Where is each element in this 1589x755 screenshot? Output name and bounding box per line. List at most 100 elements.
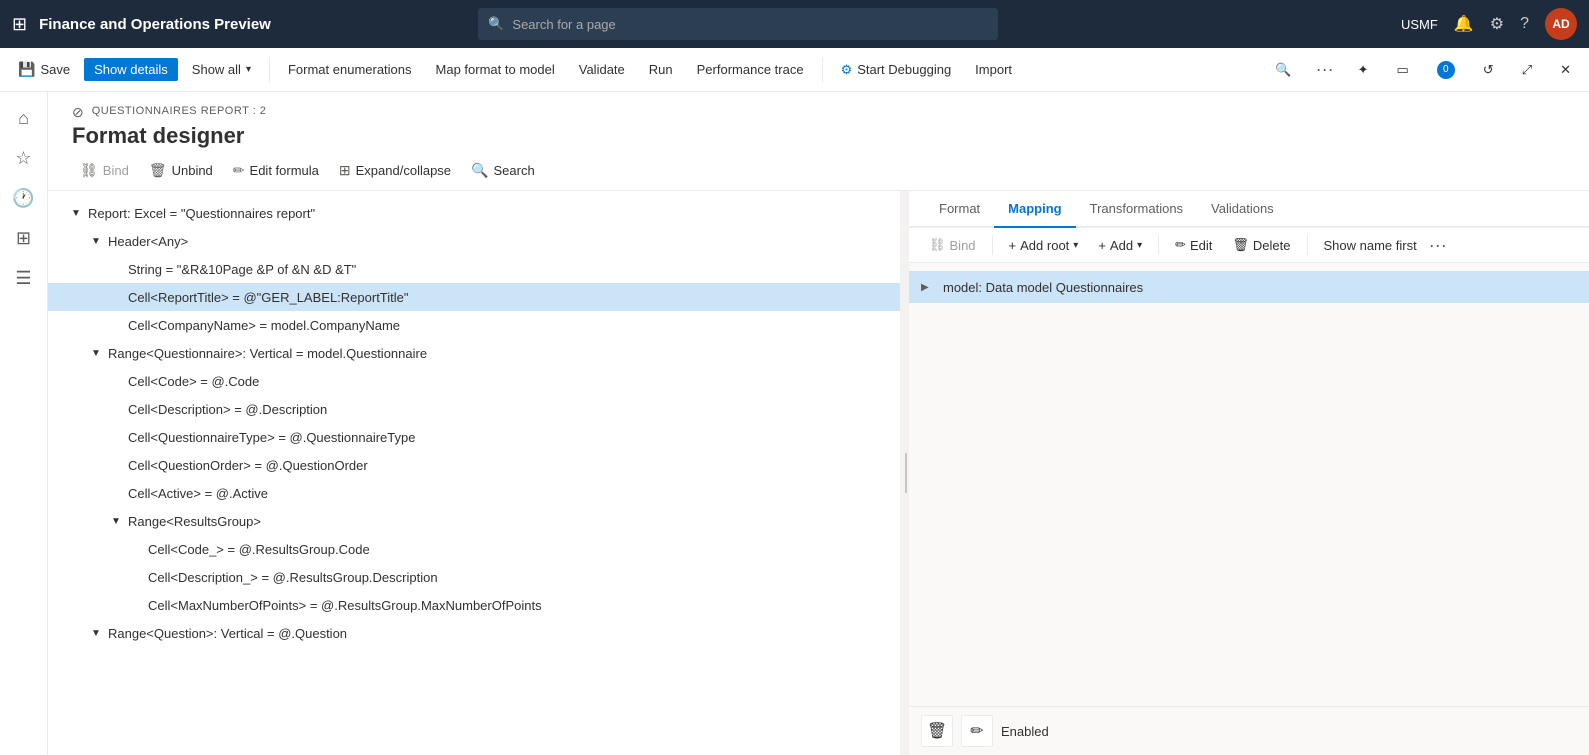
performance-trace-button[interactable]: Performance trace bbox=[687, 58, 814, 81]
tree-item[interactable]: Cell<QuestionOrder> = @.QuestionOrder bbox=[48, 451, 900, 479]
search-tree-button[interactable]: 🔍 Search bbox=[463, 159, 543, 182]
help-icon[interactable]: ? bbox=[1520, 15, 1529, 33]
pin-icon[interactable]: ✦ bbox=[1348, 58, 1379, 82]
run-button[interactable]: Run bbox=[639, 58, 683, 81]
tree-toggle-icon[interactable]: ▼ bbox=[88, 348, 104, 359]
tree-toggle-icon[interactable]: ▼ bbox=[68, 208, 84, 219]
map-format-to-model-button[interactable]: Map format to model bbox=[426, 58, 565, 81]
run-label: Run bbox=[649, 62, 673, 77]
tree-item-label: Cell<Description_> = @.ResultsGroup.Desc… bbox=[144, 570, 438, 585]
bind-label: Bind bbox=[103, 163, 129, 178]
tree-toggle-icon[interactable]: ▼ bbox=[108, 516, 124, 527]
rt-sep-1 bbox=[992, 235, 993, 255]
sidebar-clock-icon[interactable]: 🕐 bbox=[6, 180, 42, 216]
import-button[interactable]: Import bbox=[965, 58, 1022, 81]
tree-item[interactable]: Cell<MaxNumberOfPoints> = @.ResultsGroup… bbox=[48, 591, 900, 619]
rt-pencil-icon: ✏ bbox=[1175, 237, 1186, 253]
show-all-button[interactable]: Show all ▾ bbox=[182, 58, 261, 81]
start-debugging-button[interactable]: ⚙ Start Debugging bbox=[831, 58, 962, 82]
rt-more-options-icon[interactable]: ··· bbox=[1429, 235, 1447, 256]
tree-item-label: Cell<Code> = @.Code bbox=[124, 374, 259, 389]
tree-item-label: Range<Questionnaire>: Vertical = model.Q… bbox=[104, 346, 427, 361]
tree-item[interactable]: ▼ Range<Question>: Vertical = @.Question bbox=[48, 619, 900, 647]
search-icon: 🔍 bbox=[488, 16, 504, 32]
rt-bind-label: Bind bbox=[950, 238, 976, 253]
save-button[interactable]: 💾 Save bbox=[8, 57, 80, 82]
mapping-toggle-icon[interactable]: ▶ bbox=[921, 282, 937, 293]
global-search[interactable]: 🔍 bbox=[478, 8, 998, 40]
tree-item[interactable]: Cell<Code_> = @.ResultsGroup.Code bbox=[48, 535, 900, 563]
grid-icon[interactable]: ⊞ bbox=[12, 14, 27, 35]
bottom-delete-button[interactable]: 🗑 bbox=[921, 715, 953, 747]
refresh-icon[interactable]: ↺ bbox=[1473, 58, 1504, 82]
validate-label: Validate bbox=[579, 62, 625, 77]
tree-item[interactable]: Cell<Code> = @.Code bbox=[48, 367, 900, 395]
rt-add-root-label: Add root bbox=[1020, 238, 1069, 253]
more-options-icon[interactable]: ··· bbox=[1310, 55, 1340, 84]
tree-item[interactable]: ▼ Header<Any> bbox=[48, 227, 900, 255]
expand-icon[interactable]: ⤢ bbox=[1512, 58, 1542, 82]
rt-add-root-button[interactable]: + Add root ▾ bbox=[1001, 235, 1087, 256]
sidebar-home-icon[interactable]: ⌂ bbox=[6, 100, 42, 136]
tree-item[interactable]: ▼ Range<ResultsGroup> bbox=[48, 507, 900, 535]
tree-item[interactable]: Cell<Active> = @.Active bbox=[48, 479, 900, 507]
edit-formula-label: Edit formula bbox=[250, 163, 319, 178]
tree-item[interactable]: Cell<CompanyName> = model.CompanyName bbox=[48, 311, 900, 339]
expand-collapse-button[interactable]: ⊞ Expand/collapse bbox=[331, 159, 459, 182]
tree-toggle-icon[interactable]: ▼ bbox=[88, 236, 104, 247]
bind-button[interactable]: ⛓ Bind bbox=[72, 159, 137, 182]
mapping-item[interactable]: ▶ model: Data model Questionnaires bbox=[909, 271, 1589, 303]
tab-format[interactable]: Format bbox=[925, 191, 994, 228]
notification-icon[interactable]: 🔔 bbox=[1454, 14, 1474, 34]
bottom-edit-button[interactable]: ✏ bbox=[961, 715, 993, 747]
tree-item-label: Cell<Code_> = @.ResultsGroup.Code bbox=[144, 542, 370, 557]
unbind-button[interactable]: 🗑 Unbind bbox=[141, 159, 221, 182]
show-all-label: Show all bbox=[192, 62, 241, 77]
rt-delete-button[interactable]: 🗑 Delete bbox=[1224, 234, 1298, 256]
sidebar-list-icon[interactable]: ☰ bbox=[6, 260, 42, 296]
rt-bind-button[interactable]: ⛓ Bind bbox=[921, 234, 984, 256]
global-search-input[interactable] bbox=[512, 17, 988, 32]
rt-edit-button[interactable]: ✏ Edit bbox=[1167, 234, 1220, 256]
close-icon[interactable]: ✕ bbox=[1550, 58, 1581, 82]
rt-add-button[interactable]: + Add ▾ bbox=[1090, 235, 1150, 256]
tab-validations[interactable]: Validations bbox=[1197, 191, 1288, 228]
tab-transformations[interactable]: Transformations bbox=[1076, 191, 1197, 228]
tree-item-label: Cell<QuestionnaireType> = @.Questionnair… bbox=[124, 430, 415, 445]
tree-item[interactable]: Cell<Description_> = @.ResultsGroup.Desc… bbox=[48, 563, 900, 591]
right-toolbar: ⛓ Bind + Add root ▾ + Add ▾ bbox=[909, 228, 1589, 263]
bottom-pencil-icon: ✏ bbox=[970, 721, 983, 741]
unbind-label: Unbind bbox=[172, 163, 213, 178]
tree-item-selected[interactable]: Cell<ReportTitle> = @"GER_LABEL:ReportTi… bbox=[48, 283, 900, 311]
settings-icon[interactable]: ⚙ bbox=[1490, 14, 1504, 34]
tree-item[interactable]: ▼ Range<Questionnaire>: Vertical = model… bbox=[48, 339, 900, 367]
topbar-right: USMF 🔔 ⚙ ? AD bbox=[1401, 8, 1577, 40]
validate-button[interactable]: Validate bbox=[569, 58, 635, 81]
tree-item-label: Cell<MaxNumberOfPoints> = @.ResultsGroup… bbox=[144, 598, 542, 613]
split-pane: ▼ Report: Excel = "Questionnaires report… bbox=[48, 191, 1589, 755]
breadcrumb: QUESTIONNAIRES REPORT : 2 bbox=[92, 105, 267, 117]
edit-formula-button[interactable]: ✏ Edit formula bbox=[225, 159, 327, 182]
separator-2 bbox=[822, 58, 823, 82]
tree-item[interactable]: Cell<Description> = @.Description bbox=[48, 395, 900, 423]
format-enumerations-button[interactable]: Format enumerations bbox=[278, 58, 422, 81]
filter-icon[interactable]: ⊘ bbox=[72, 104, 84, 121]
badge-icon[interactable]: 0 bbox=[1427, 57, 1465, 83]
tree-toggle-icon[interactable]: ▼ bbox=[88, 628, 104, 639]
sidebar-grid-icon[interactable]: ⊞ bbox=[6, 220, 42, 256]
tree-item[interactable]: ▼ Report: Excel = "Questionnaires report… bbox=[48, 199, 900, 227]
show-details-button[interactable]: Show details bbox=[84, 58, 178, 81]
sidebar-star-icon[interactable]: ☆ bbox=[6, 140, 42, 176]
rt-show-name-first-button[interactable]: Show name first bbox=[1316, 235, 1425, 256]
tree-item[interactable]: Cell<QuestionnaireType> = @.Questionnair… bbox=[48, 423, 900, 451]
app-layout: ⌂ ☆ 🕐 ⊞ ☰ ⊘ QUESTIONNAIRES REPORT : 2 Fo… bbox=[0, 92, 1589, 755]
search-cmdbar-button[interactable]: 🔍 bbox=[1265, 58, 1301, 82]
rt-show-name-first-label: Show name first bbox=[1324, 238, 1417, 253]
app-title: Finance and Operations Preview bbox=[39, 16, 271, 33]
tree-item-label: Cell<Active> = @.Active bbox=[124, 486, 268, 501]
avatar[interactable]: AD bbox=[1545, 8, 1577, 40]
panel-icon[interactable]: ▭ bbox=[1386, 58, 1418, 82]
tree-item[interactable]: String = "&R&10Page &P of &N &D &T" bbox=[48, 255, 900, 283]
import-label: Import bbox=[975, 62, 1012, 77]
tab-mapping[interactable]: Mapping bbox=[994, 191, 1075, 228]
